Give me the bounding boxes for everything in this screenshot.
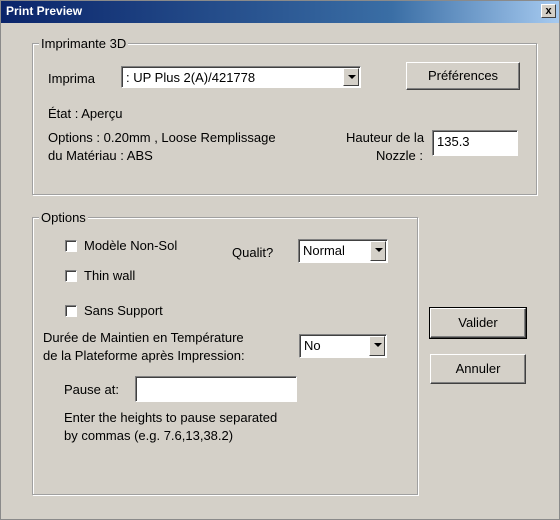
pause-hint-line1: Enter the heights to pause separated: [64, 410, 278, 425]
chevron-down-icon[interactable]: [370, 241, 386, 261]
dialog-client: Imprimante 3D Imprima : UP Plus 2(A)/421…: [6, 26, 554, 514]
nozzle-label-line2: Nozzle :: [376, 148, 423, 163]
non-sol-checkbox[interactable]: [65, 240, 77, 252]
chevron-down-icon[interactable]: [369, 336, 385, 356]
close-icon[interactable]: x: [541, 4, 556, 18]
print-preview-dialog: Print Preview x Imprimante 3D Imprima : …: [0, 0, 560, 520]
thin-wall-checkbox[interactable]: [65, 270, 77, 282]
title-bar[interactable]: Print Preview x: [1, 1, 559, 23]
pause-label: Pause at:: [64, 382, 119, 397]
hold-temp-label-line1: Durée de Maintien en Température: [43, 330, 244, 345]
quality-select[interactable]: Normal: [298, 239, 388, 263]
non-sol-label: Modèle Non-Sol: [84, 238, 178, 253]
hold-temp-label-line2: de la Plateforme après Impression:: [43, 348, 245, 363]
nozzle-height-input[interactable]: 135.3: [432, 130, 518, 156]
options-group-legend: Options: [39, 210, 88, 225]
hold-temp-select[interactable]: No: [299, 334, 387, 358]
pause-at-input[interactable]: [135, 376, 297, 402]
printer-group: Imprimante 3D Imprima : UP Plus 2(A)/421…: [32, 36, 537, 195]
thin-wall-label: Thin wall: [84, 268, 136, 283]
nozzle-label-line1: Hauteur de la: [346, 130, 425, 145]
pause-hint-line2: by commas (e.g. 7.6,13,38.2): [64, 428, 234, 443]
printer-select[interactable]: : UP Plus 2(A)/421778: [121, 66, 361, 88]
options-summary-line1: Options : 0.20mm , Loose Remplissage: [48, 130, 276, 145]
state-text: État : Aperçu: [48, 106, 123, 121]
ok-button[interactable]: Valider: [429, 307, 527, 339]
preferences-button[interactable]: Préférences: [406, 62, 520, 90]
quality-select-value: Normal: [303, 243, 345, 258]
sans-support-label: Sans Support: [84, 303, 163, 318]
printer-label: Imprima: [48, 71, 95, 86]
options-group: Options Modèle Non-Sol Qualit? Normal Th…: [32, 210, 418, 495]
options-summary-line2: du Matériau : ABS: [48, 148, 153, 163]
printer-select-value: : UP Plus 2(A)/421778: [126, 70, 256, 85]
printer-group-legend: Imprimante 3D: [39, 36, 129, 51]
cancel-button[interactable]: Annuler: [430, 354, 526, 384]
hold-temp-select-value: No: [304, 338, 321, 353]
sans-support-checkbox[interactable]: [65, 305, 77, 317]
window-title: Print Preview: [6, 4, 83, 18]
chevron-down-icon[interactable]: [343, 68, 359, 86]
quality-label: Qualit?: [232, 245, 274, 260]
